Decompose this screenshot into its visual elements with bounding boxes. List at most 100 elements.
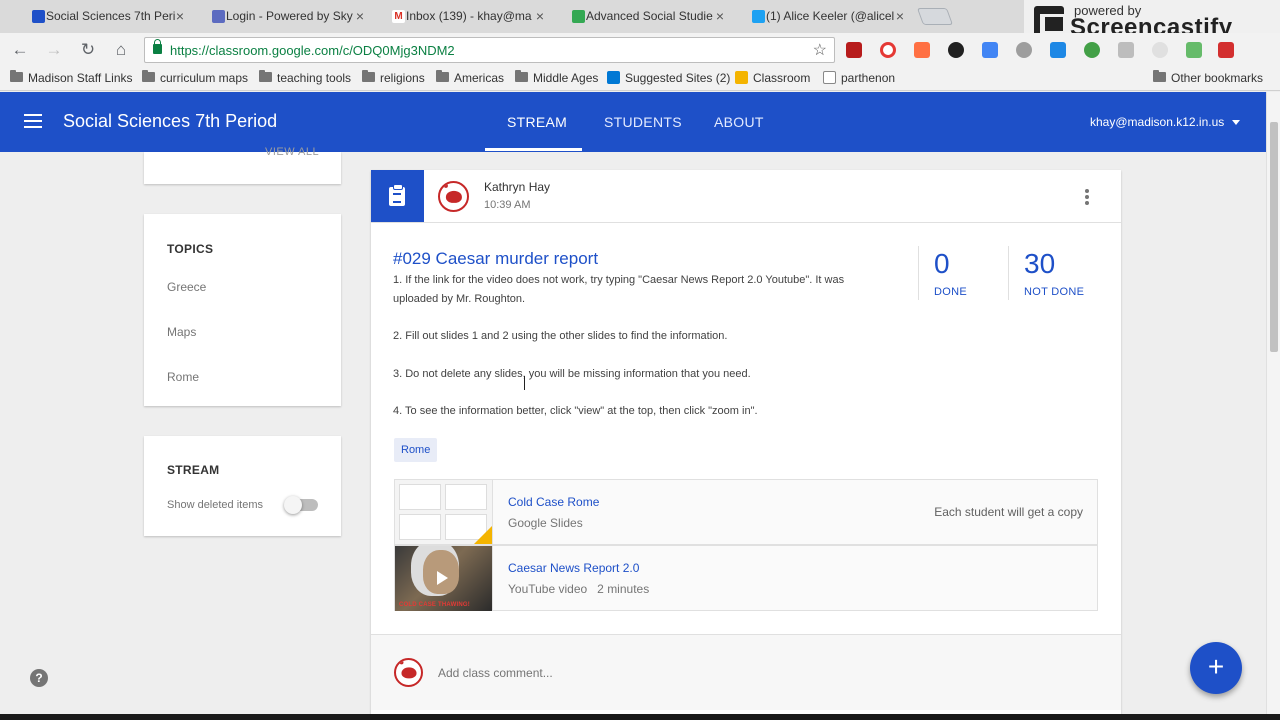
extension-icon[interactable]: [880, 42, 896, 58]
bookmark-star-icon[interactable]: ☆: [813, 40, 827, 60]
back-icon[interactable]: ←: [9, 39, 31, 61]
other-bookmarks[interactable]: Other bookmarks: [1153, 70, 1263, 85]
screencastify-logo-icon: [1034, 6, 1068, 36]
classroom-icon: [32, 10, 45, 23]
attachment-title[interactable]: Cold Case Rome: [508, 495, 599, 509]
caret-down-icon: [1232, 120, 1241, 126]
bookmark-link[interactable]: Classroom: [735, 71, 810, 85]
help-icon[interactable]: ?: [30, 669, 48, 687]
attachment-slides[interactable]: Cold Case Rome Google Slides Each studen…: [394, 479, 1098, 545]
extension-icon[interactable]: [982, 42, 998, 58]
forward-icon[interactable]: →: [43, 39, 65, 61]
topic-greece[interactable]: Greece: [167, 280, 206, 294]
extension-icon[interactable]: [914, 42, 930, 58]
assignment-icon: [389, 184, 405, 206]
drive-icon: [572, 10, 585, 23]
bookmark-label: parthenon: [841, 71, 896, 85]
instruction-line-3: 3. Do not delete any slides, you will be…: [393, 368, 751, 380]
toggle-knob[interactable]: [284, 496, 302, 514]
topic-chip[interactable]: Rome: [394, 438, 438, 462]
browser-tab-label: Social Sciences 7th Peri: [46, 9, 176, 23]
done-label[interactable]: DONE: [934, 286, 967, 298]
instruction-line-1: 1. If the link for the video does not wo…: [393, 274, 845, 305]
hamburger-menu-icon[interactable]: [24, 114, 42, 128]
close-tab-icon[interactable]: ×: [716, 4, 724, 28]
attachment-type: YouTube video 2 minutes: [508, 582, 650, 596]
browser-tab-label: Advanced Social Studie: [586, 9, 713, 23]
bookmark-folder[interactable]: Middle Ages: [515, 70, 599, 85]
bookmark-folder[interactable]: religions: [362, 70, 425, 85]
bookmark-label: teaching tools: [277, 71, 352, 85]
browser-tab[interactable]: M Inbox (139) - khay@ma ×: [370, 4, 554, 33]
copy-mode[interactable]: Each student will get a copy: [934, 505, 1083, 519]
extension-icon[interactable]: [846, 42, 862, 58]
view-all-link[interactable]: VIEW ALL: [265, 146, 319, 158]
create-button[interactable]: +: [1190, 642, 1242, 694]
close-tab-icon[interactable]: ×: [536, 4, 544, 28]
folder-icon: [362, 70, 375, 82]
active-tab-indicator: [485, 148, 582, 151]
bookmark-link[interactable]: parthenon: [823, 71, 895, 85]
reload-icon[interactable]: ↻: [77, 39, 99, 61]
bookmark-folder[interactable]: teaching tools: [259, 70, 352, 85]
close-tab-icon[interactable]: ×: [176, 4, 184, 28]
attachment-video[interactable]: COLD CASE THAWING! Caesar News Report 2.…: [394, 545, 1098, 611]
extension-icon[interactable]: [1118, 42, 1134, 58]
tab-about[interactable]: ABOUT: [714, 114, 764, 130]
bookmark-folder[interactable]: curriculum maps: [142, 70, 249, 85]
folder-icon: [1153, 70, 1166, 82]
done-count[interactable]: 0: [934, 248, 950, 280]
show-deleted-label: Show deleted items: [167, 499, 263, 511]
url-text[interactable]: https://classroom.google.com/c/ODQ0Mjg3N…: [170, 43, 455, 58]
account-email: khay@madison.k12.in.us: [1090, 115, 1225, 129]
account-menu[interactable]: khay@madison.k12.in.us: [1090, 115, 1241, 129]
not-done-label[interactable]: NOT DONE: [1024, 286, 1084, 298]
browser-tab[interactable]: (1) Alice Keeler (@alicel ×: [730, 4, 914, 33]
topic-rome[interactable]: Rome: [167, 370, 199, 384]
page-icon: [823, 71, 836, 84]
folder-icon: [515, 70, 528, 82]
folder-icon: [259, 70, 272, 82]
twitter-icon: [752, 10, 765, 23]
bookmark-label: religions: [380, 71, 425, 85]
attachment-title[interactable]: Caesar News Report 2.0: [508, 561, 639, 575]
bookmark-link[interactable]: Suggested Sites (2): [607, 71, 730, 85]
new-tab-button[interactable]: [916, 8, 954, 25]
tab-stream[interactable]: STREAM: [507, 114, 567, 130]
browser-toolbar: ← → ↻ ⌂ https://classroom.google.com/c/O…: [0, 33, 1280, 67]
extension-icon[interactable]: [1152, 42, 1168, 58]
folder-icon: [436, 70, 449, 82]
play-icon[interactable]: [437, 571, 448, 585]
address-bar[interactable]: https://classroom.google.com/c/ODQ0Mjg3N…: [144, 37, 835, 63]
not-done-count[interactable]: 30: [1024, 248, 1055, 280]
extension-icon[interactable]: [1084, 42, 1100, 58]
close-tab-icon[interactable]: ×: [896, 4, 904, 28]
scrollbar-thumb[interactable]: [1270, 122, 1278, 352]
bookmark-label: curriculum maps: [160, 71, 249, 85]
extension-icon[interactable]: [1016, 42, 1032, 58]
stat-divider: [1008, 246, 1009, 300]
bookmark-folder[interactable]: Americas: [436, 70, 504, 85]
class-comment-input[interactable]: Add class comment...: [438, 666, 553, 680]
attachment-type: Google Slides: [508, 516, 583, 530]
tab-students[interactable]: STUDENTS: [604, 114, 682, 130]
extension-icon[interactable]: [948, 42, 964, 58]
instruction-line-4: 4. To see the information better, click …: [393, 405, 758, 417]
folder-icon: [142, 70, 155, 82]
extension-icon[interactable]: [1186, 42, 1202, 58]
video-thumbnail[interactable]: COLD CASE THAWING!: [395, 546, 493, 611]
browser-tab[interactable]: Social Sciences 7th Peri ×: [10, 4, 194, 33]
extension-icon[interactable]: [1050, 42, 1066, 58]
browser-tab[interactable]: Advanced Social Studie ×: [550, 4, 734, 33]
text-cursor-icon: [524, 376, 530, 390]
page-scrollbar[interactable]: [1266, 92, 1280, 720]
assignment-title[interactable]: #029 Caesar murder report: [393, 249, 598, 269]
more-options-icon[interactable]: [1080, 188, 1094, 206]
close-tab-icon[interactable]: ×: [356, 4, 364, 28]
topic-maps[interactable]: Maps: [167, 325, 196, 339]
bookmark-label: Middle Ages: [533, 71, 599, 85]
browser-tab[interactable]: Login - Powered by Sky ×: [190, 4, 374, 33]
home-icon[interactable]: ⌂: [110, 39, 132, 61]
extension-icon[interactable]: [1218, 42, 1234, 58]
bookmark-folder[interactable]: Madison Staff Links: [10, 70, 133, 85]
